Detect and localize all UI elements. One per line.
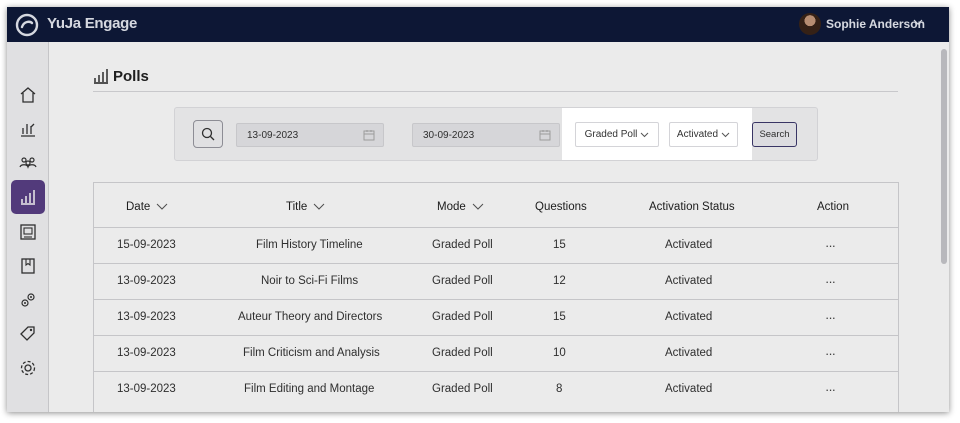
chevron-down-icon <box>313 203 325 210</box>
header-label: Activation Status <box>649 201 735 213</box>
row-title: Noir to Sci-Fi Films <box>261 275 359 287</box>
header-label: Title <box>286 201 308 213</box>
sidebar-item-settings[interactable] <box>14 354 42 382</box>
end-date-field[interactable]: 30-09-2023 <box>412 123 560 147</box>
row-mode: Graded Poll <box>432 383 493 395</box>
row-title: Film Editing and Montage <box>244 383 375 395</box>
mode-select[interactable]: Graded Poll <box>575 122 659 147</box>
column-header-mode[interactable]: Mode <box>437 201 484 213</box>
row-status: Activated <box>665 347 713 359</box>
search-button[interactable] <box>193 120 223 148</box>
header-label: Mode <box>437 201 466 213</box>
row-mode: Graded Poll <box>432 275 493 287</box>
calendar-icon[interactable] <box>363 129 375 141</box>
gallery-icon <box>20 224 36 240</box>
polls-table: Date Title Mode Questions Activation Sta… <box>93 182 899 412</box>
integrations-icon <box>21 293 35 307</box>
row-questions: 8 <box>556 383 563 395</box>
sidebar-item-integrations[interactable] <box>14 286 42 314</box>
top-bar: YuJa Engage Sophie Anderson <box>7 7 949 42</box>
row-date: 13-09-2023 <box>117 383 176 395</box>
column-header-questions: Questions <box>535 201 587 213</box>
status-select[interactable]: Activated <box>669 122 738 147</box>
row-action-menu[interactable]: ··· <box>825 274 836 289</box>
row-status: Activated <box>665 383 713 395</box>
row-action-menu[interactable]: ··· <box>825 238 836 253</box>
header-label: Questions <box>535 201 587 213</box>
row-questions: 15 <box>553 239 566 251</box>
sidebar-item-reports[interactable] <box>14 115 42 143</box>
sidebar-item-home[interactable] <box>14 81 42 109</box>
row-title: Film History Timeline <box>256 239 363 251</box>
row-questions: 10 <box>553 347 566 359</box>
row-date: 13-09-2023 <box>117 347 176 359</box>
column-header-status: Activation Status <box>649 201 735 213</box>
row-questions: 12 <box>553 275 566 287</box>
row-date: 13-09-2023 <box>117 311 176 323</box>
sidebar <box>7 42 49 412</box>
sidebar-item-gallery[interactable] <box>14 218 42 246</box>
app-window: YuJa Engage Sophie Anderson Polls 13-09-… <box>7 7 949 412</box>
user-name[interactable]: Sophie Anderson <box>826 17 925 31</box>
column-header-action: Action <box>817 201 849 213</box>
home-icon <box>20 87 36 103</box>
row-action-menu[interactable]: ··· <box>825 346 836 361</box>
row-status: Activated <box>665 275 713 287</box>
row-date: 13-09-2023 <box>117 275 176 287</box>
row-date: 15-09-2023 <box>117 239 176 251</box>
status-select-value: Activated <box>676 129 719 140</box>
column-header-title[interactable]: Title <box>286 201 325 213</box>
chevron-down-icon <box>156 203 168 210</box>
divider <box>93 91 898 92</box>
row-mode: Graded Poll <box>432 347 493 359</box>
row-status: Activated <box>665 239 713 251</box>
row-mode: Graded Poll <box>432 311 493 323</box>
table-row[interactable]: 13-09-2023 Noir to Sci-Fi Films Graded P… <box>94 263 898 299</box>
chevron-down-icon <box>721 132 730 138</box>
sidebar-item-tag[interactable] <box>14 320 42 348</box>
column-header-date[interactable]: Date <box>126 201 168 213</box>
row-action-menu[interactable]: ··· <box>825 310 836 325</box>
end-date-value: 30-09-2023 <box>423 130 475 141</box>
header-label: Date <box>126 201 151 213</box>
brand-name: YuJa Engage <box>47 15 138 32</box>
sidebar-item-polls[interactable] <box>11 180 45 214</box>
row-title: Auteur Theory and Directors <box>238 311 383 323</box>
chevron-down-icon <box>472 203 484 210</box>
settings-icon <box>20 360 36 376</box>
row-mode: Graded Poll <box>432 239 493 251</box>
chevron-down-icon <box>641 132 649 138</box>
search-icon <box>201 127 215 141</box>
table-row[interactable]: 15-09-2023 Film History Timeline Graded … <box>94 227 898 263</box>
sidebar-item-book[interactable] <box>14 252 42 280</box>
row-status: Activated <box>665 311 713 323</box>
tag-icon <box>20 326 35 341</box>
calendar-icon[interactable] <box>539 129 551 141</box>
header-label: Action <box>817 201 849 213</box>
row-action-menu[interactable]: ··· <box>825 382 836 397</box>
polls-icon <box>21 190 35 205</box>
table-row[interactable]: 13-09-2023 Film Editing and Montage Grad… <box>94 371 898 407</box>
yuja-logo-icon <box>15 13 39 37</box>
table-row[interactable]: Film Criticism and Analysis 13-09-2023 G… <box>94 335 898 371</box>
polls-icon <box>94 69 108 84</box>
row-title: Film Criticism and Analysis <box>243 347 380 359</box>
start-date-value: 13-09-2023 <box>247 130 299 141</box>
row-questions: 15 <box>553 311 566 323</box>
users-icon <box>19 157 37 169</box>
reports-icon <box>21 123 35 137</box>
search-submit-button[interactable]: Search <box>752 122 797 147</box>
mode-select-value: Graded Poll <box>584 129 638 140</box>
page-title: Polls <box>113 68 149 85</box>
start-date-field[interactable]: 13-09-2023 <box>236 123 384 147</box>
chevron-down-icon[interactable] <box>912 16 924 28</box>
avatar[interactable] <box>799 13 821 35</box>
scrollbar[interactable] <box>941 49 947 264</box>
table-row[interactable]: 13-09-2023 Auteur Theory and Directors G… <box>94 299 898 335</box>
book-icon <box>21 258 35 274</box>
sidebar-item-users[interactable] <box>14 149 42 177</box>
